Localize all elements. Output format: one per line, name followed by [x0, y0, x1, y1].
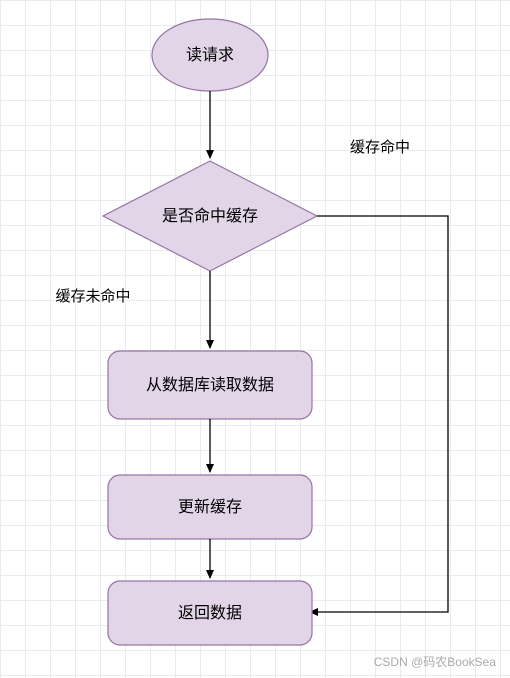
node-decision-label: 是否命中缓存	[162, 207, 258, 225]
watermark-text: CSDN @码农BookSea	[374, 653, 496, 670]
flowchart-diagram: 读请求 是否命中缓存 缓存命中 缓存未命中 从数据库读取数据 更新缓存 返回数据	[0, 0, 510, 678]
node-updatecache-label: 更新缓存	[178, 498, 242, 516]
node-updatecache: 更新缓存	[108, 475, 312, 539]
edge-miss-label: 缓存未命中	[55, 287, 130, 305]
node-start: 读请求	[152, 19, 268, 91]
edge-hit-label: 缓存命中	[350, 138, 410, 156]
edge-hit-path	[310, 216, 448, 612]
node-start-label: 读请求	[186, 46, 234, 64]
node-return: 返回数据	[108, 581, 312, 645]
node-readdb-label: 从数据库读取数据	[146, 376, 274, 394]
node-readdb: 从数据库读取数据	[108, 351, 312, 419]
node-decision: 是否命中缓存	[103, 161, 317, 271]
node-return-label: 返回数据	[178, 604, 242, 622]
